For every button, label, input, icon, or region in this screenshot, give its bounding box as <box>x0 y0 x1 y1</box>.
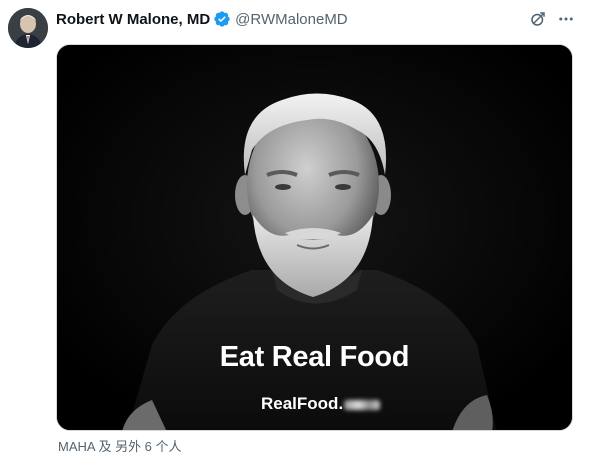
tagged-users-text[interactable]: MAHA 及 另外 6 个人 <box>58 436 182 455</box>
grok-button[interactable] <box>528 9 548 29</box>
blurred-domain-suffix <box>344 399 381 410</box>
tweet: Robert W Malone, MD @RWMaloneMD Eat Real… <box>0 0 589 455</box>
more-options-button[interactable] <box>556 9 576 29</box>
verified-badge-icon[interactable] <box>213 10 231 28</box>
tweet-media-image[interactable]: Eat Real Food RealFood. <box>56 44 573 431</box>
more-icon <box>559 17 573 21</box>
media-site-text: RealFood. <box>261 394 381 414</box>
author-avatar[interactable] <box>8 8 48 48</box>
avatar-image <box>8 8 48 48</box>
media-site-label: RealFood. <box>261 394 344 413</box>
grok-icon <box>531 12 545 26</box>
tweet-header: Robert W Malone, MD @RWMaloneMD <box>56 8 348 30</box>
media-headline: Eat Real Food <box>219 341 410 373</box>
author-display-name[interactable]: Robert W Malone, MD <box>56 11 210 28</box>
author-handle[interactable]: @RWMaloneMD <box>235 11 347 28</box>
